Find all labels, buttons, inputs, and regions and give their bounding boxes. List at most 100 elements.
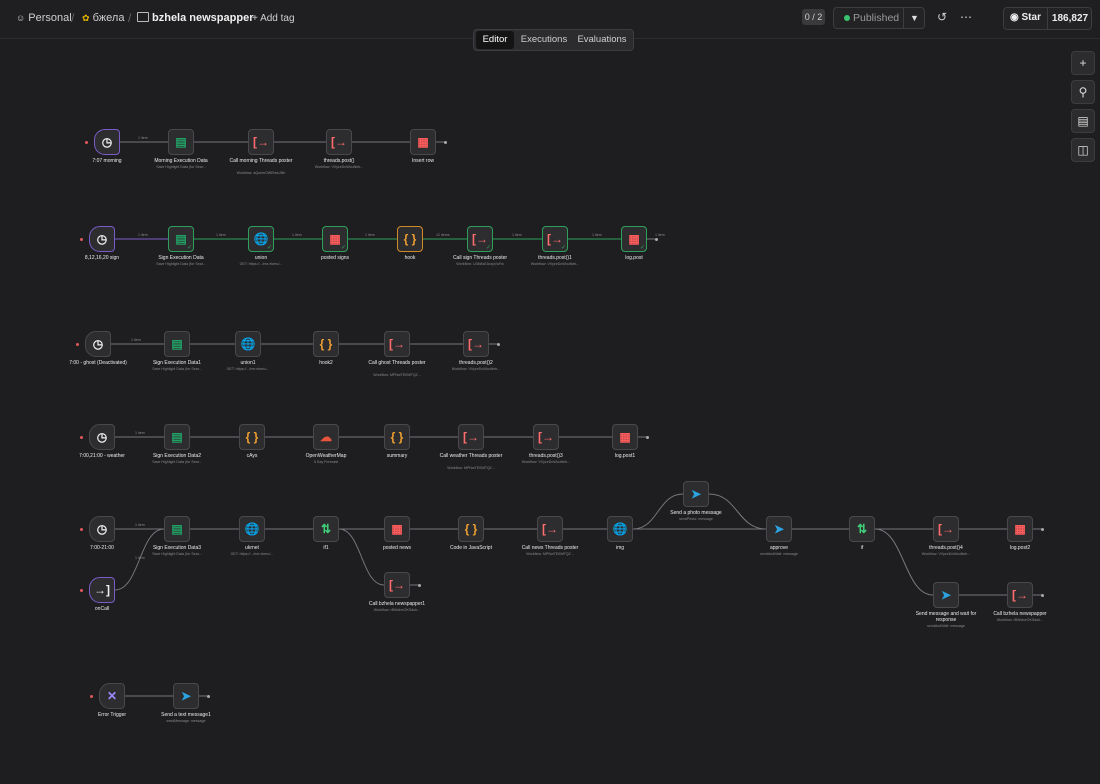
node-label: union bbox=[254, 255, 268, 261]
node-label: Insert row bbox=[412, 158, 434, 164]
chevron-down-icon[interactable]: ▼ bbox=[903, 8, 925, 28]
node-b15[interactable]: ➤ bbox=[933, 582, 959, 608]
node-label: 7:07 morning bbox=[92, 158, 122, 164]
node-b16[interactable]: [→ bbox=[1007, 582, 1033, 608]
node-b12[interactable]: [→ bbox=[933, 516, 959, 542]
connection-b11-b15[interactable] bbox=[874, 528, 934, 596]
node-n1[interactable]: ◷ bbox=[94, 129, 120, 155]
node-w2[interactable]: ▤ bbox=[164, 424, 190, 450]
published-button[interactable]: Published ▼ bbox=[833, 7, 925, 29]
node-w4[interactable]: ☁ bbox=[313, 424, 339, 450]
node-b14[interactable]: [→ bbox=[384, 572, 410, 598]
node-b9[interactable]: ➤ bbox=[683, 481, 709, 507]
output-handle[interactable] bbox=[497, 342, 500, 346]
node-b0[interactable]: →] bbox=[89, 577, 115, 603]
node-b2[interactable]: ▤ bbox=[164, 516, 190, 542]
node-g2[interactable]: ▤ bbox=[164, 331, 190, 357]
node-g3[interactable]: 🌐 bbox=[235, 331, 261, 357]
success-check-icon: ✓ bbox=[639, 245, 645, 251]
code-icon: { } bbox=[464, 522, 478, 536]
node-s7[interactable]: [→ ✓ bbox=[542, 226, 568, 252]
node-b6[interactable]: { } bbox=[458, 516, 484, 542]
node-n2[interactable]: ▤ bbox=[168, 129, 194, 155]
node-s6[interactable]: [→ ✓ bbox=[467, 226, 493, 252]
output-handle[interactable] bbox=[1041, 593, 1044, 597]
node-label: cAys bbox=[246, 453, 258, 459]
node-w7[interactable]: [→ bbox=[533, 424, 559, 450]
workflow-canvas[interactable]: 1 item 1 item 1 item 1 item 1 item 12 items 1 … bbox=[0, 39, 1100, 784]
node-subtitle: Workflow: rBWdmrOKSdub... bbox=[373, 608, 421, 612]
node-g5[interactable]: [→ bbox=[384, 331, 410, 357]
code-icon: { } bbox=[403, 232, 417, 246]
breadcrumb-folder[interactable]: ✿ бжела bbox=[82, 12, 124, 24]
node-b10[interactable]: ➤ bbox=[766, 516, 792, 542]
node-b8[interactable]: 🌐 bbox=[607, 516, 633, 542]
node-w1[interactable]: ◷ bbox=[89, 424, 115, 450]
trigger-marker bbox=[80, 528, 83, 531]
node-g6[interactable]: [→ bbox=[463, 331, 489, 357]
node-subtitle: 5 Day Forecast bbox=[313, 460, 339, 464]
github-star-count: 186,827 bbox=[1047, 8, 1092, 29]
more-icon[interactable]: ⋯ bbox=[958, 9, 974, 25]
sheet-icon: ▤ bbox=[171, 430, 183, 444]
success-check-icon: ✓ bbox=[186, 245, 192, 251]
node-w5[interactable]: { } bbox=[384, 424, 410, 450]
breadcrumb-personal[interactable]: ☺ Personal bbox=[16, 12, 72, 24]
output-handle[interactable] bbox=[207, 694, 210, 698]
add-tag-button[interactable]: + Add tag bbox=[252, 13, 295, 24]
node-g4[interactable]: { } bbox=[313, 331, 339, 357]
node-n3[interactable]: [→ bbox=[248, 129, 274, 155]
node-label: OpenWeatherMap bbox=[305, 453, 347, 459]
telegram-icon: ➤ bbox=[180, 689, 192, 703]
node-subtitle: sendAndWait: message bbox=[927, 624, 965, 628]
connection-b4-b14[interactable] bbox=[338, 528, 385, 586]
edge-item-count: 1 item bbox=[216, 233, 226, 237]
node-s1[interactable]: ◷ bbox=[89, 226, 115, 252]
node-s4[interactable]: ▦ ✓ bbox=[322, 226, 348, 252]
node-label: Send a text message1 bbox=[161, 712, 211, 718]
node-b11[interactable]: ⇅ bbox=[849, 516, 875, 542]
node-b3[interactable]: 🌐 bbox=[239, 516, 265, 542]
history-icon[interactable]: ↺ bbox=[934, 9, 950, 25]
node-label: onCall bbox=[94, 606, 110, 612]
workflow-name[interactable]: bzhela newspapper bbox=[152, 12, 253, 24]
code-icon: { } bbox=[245, 430, 259, 444]
node-label: hook bbox=[404, 255, 416, 261]
github-star-label: ◉ Star bbox=[1010, 12, 1041, 23]
node-w8[interactable]: ▦ bbox=[612, 424, 638, 450]
node-s5[interactable]: { } bbox=[397, 226, 423, 252]
node-e1[interactable]: ✕ bbox=[99, 683, 125, 709]
node-label: Sign Execution Data3 bbox=[152, 545, 202, 551]
output-handle[interactable] bbox=[655, 237, 658, 241]
node-s2[interactable]: ▤ ✓ bbox=[168, 226, 194, 252]
output-handle[interactable] bbox=[1041, 527, 1044, 531]
node-label: Call morning Threads poster bbox=[229, 158, 293, 164]
node-b13[interactable]: ▦ bbox=[1007, 516, 1033, 542]
sheet-icon: ▤ bbox=[175, 135, 187, 149]
node-s8[interactable]: ▦ ✓ bbox=[621, 226, 647, 252]
node-b1[interactable]: ◷ bbox=[89, 516, 115, 542]
node-label: Error Trigger bbox=[97, 712, 127, 718]
node-b5[interactable]: ▦ bbox=[384, 516, 410, 542]
node-e2[interactable]: ➤ bbox=[173, 683, 199, 709]
edge-item-count: 1 item bbox=[365, 233, 375, 237]
github-star-button[interactable]: ◉ Star 186,827 bbox=[1003, 7, 1092, 30]
exec-icon: [→ bbox=[1012, 588, 1028, 602]
output-handle[interactable] bbox=[444, 140, 447, 144]
trigger-marker bbox=[80, 238, 83, 241]
node-w3[interactable]: { } bbox=[239, 424, 265, 450]
output-handle[interactable] bbox=[646, 435, 649, 439]
node-n4[interactable]: [→ bbox=[326, 129, 352, 155]
success-check-icon: ✓ bbox=[266, 245, 272, 251]
node-n5[interactable]: ▦ bbox=[410, 129, 436, 155]
node-label: Call ghost Threads poster bbox=[368, 360, 426, 366]
node-b4[interactable]: ⇅ bbox=[313, 516, 339, 542]
output-handle[interactable] bbox=[418, 583, 421, 587]
telegram-icon: ➤ bbox=[940, 588, 952, 602]
node-label: Call weather Threads poster bbox=[439, 453, 503, 459]
node-label: summary bbox=[386, 453, 408, 459]
node-b7[interactable]: [→ bbox=[537, 516, 563, 542]
node-w6[interactable]: [→ bbox=[458, 424, 484, 450]
node-s3[interactable]: 🌐 ✓ bbox=[248, 226, 274, 252]
node-g1[interactable]: ◷ bbox=[85, 331, 111, 357]
